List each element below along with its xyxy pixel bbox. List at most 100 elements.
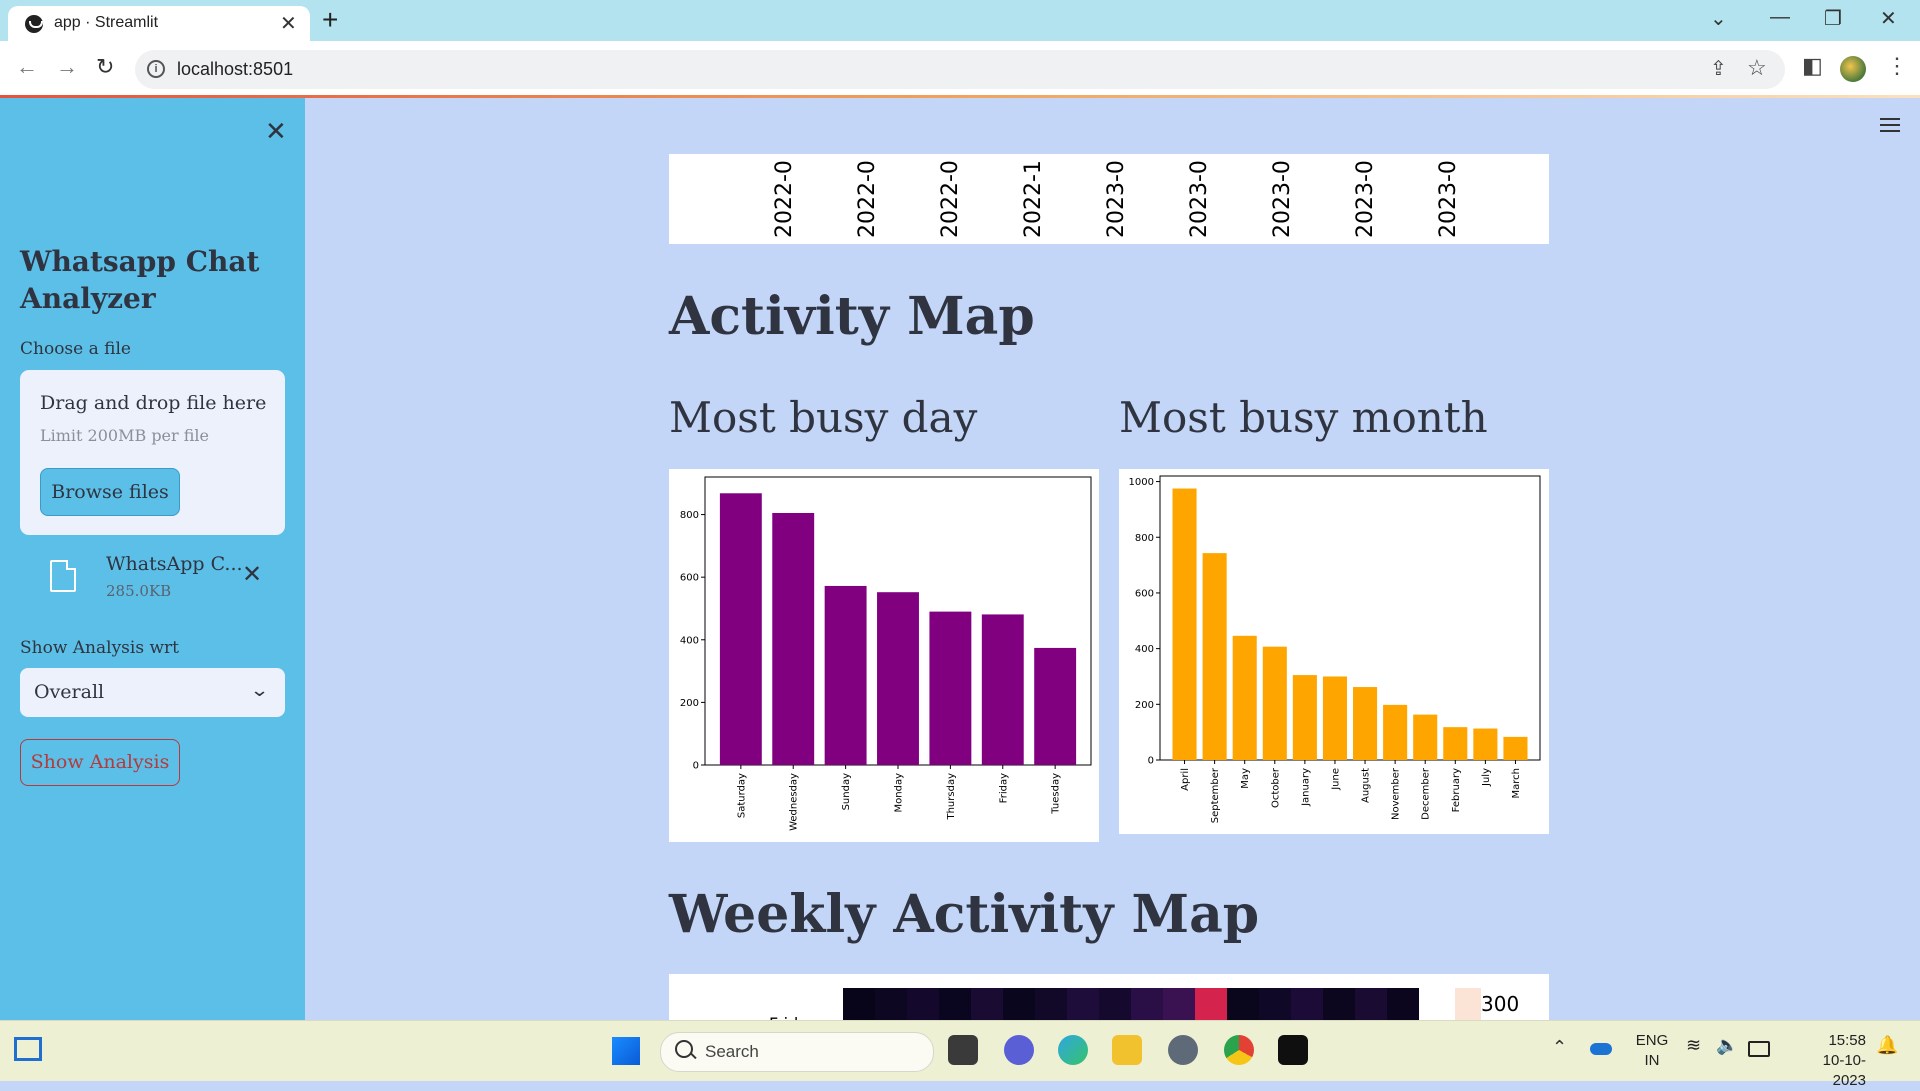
- browser-menu-icon[interactable]: ⋮: [1886, 53, 1908, 79]
- heatmap-cell: [939, 988, 971, 1024]
- timeline-tick-label: 2023-0: [1353, 160, 1378, 238]
- x-tick-label: November: [1391, 767, 1402, 820]
- x-tick-label: December: [1421, 767, 1432, 820]
- browser-tab-bar: app · Streamlit ✕ + ⌄ — ❐ ✕: [0, 0, 1920, 41]
- heatmap-cell: [1195, 988, 1227, 1024]
- show-analysis-button[interactable]: Show Analysis: [20, 739, 180, 786]
- heatmap-grid: [843, 988, 1419, 1024]
- sidebar-close-icon[interactable]: ✕: [265, 116, 287, 147]
- pycharm-icon[interactable]: [1278, 1035, 1308, 1065]
- file-dropzone[interactable]: Drag and drop file here Limit 200MB per …: [20, 370, 285, 535]
- timeline-tick-label: 2022-0: [772, 160, 797, 238]
- streamlit-favicon-icon: [25, 15, 43, 33]
- y-tick-label: 0: [693, 761, 699, 772]
- sidebar: ✕ Whatsapp Chat Analyzer Choose a file D…: [0, 98, 305, 1020]
- y-tick-label: 1000: [1129, 477, 1154, 488]
- x-tick-label: Thursday: [946, 773, 957, 821]
- site-info-icon[interactable]: i: [147, 60, 165, 78]
- tab-close-icon[interactable]: ✕: [280, 11, 297, 36]
- uploaded-file-name: WhatsApp C...: [106, 553, 243, 575]
- region-code: IN: [1644, 1052, 1660, 1069]
- forward-icon[interactable]: →: [56, 54, 78, 80]
- bar: [824, 585, 867, 765]
- chrome-icon[interactable]: [1224, 1035, 1254, 1065]
- profile-avatar[interactable]: [1840, 56, 1866, 82]
- reload-icon[interactable]: ↻: [96, 54, 114, 80]
- new-tab-icon[interactable]: +: [322, 4, 338, 36]
- sidebar-title: Whatsapp Chat Analyzer: [20, 245, 260, 315]
- notification-bell-icon[interactable]: 🔔: [1876, 1035, 1898, 1056]
- remove-file-icon[interactable]: ✕: [242, 560, 262, 589]
- dropzone-limit: Limit 200MB per file: [40, 426, 210, 445]
- search-icon: [675, 1040, 693, 1058]
- y-tick-label: 600: [680, 573, 699, 584]
- tab-search-chevron-icon[interactable]: ⌄: [1710, 6, 1727, 31]
- teams-chat-icon[interactable]: [1004, 1035, 1034, 1065]
- restore-icon[interactable]: ❐: [1824, 6, 1842, 31]
- x-tick-label: October: [1270, 767, 1281, 808]
- clock[interactable]: 15:58 10-10-2023: [1790, 1031, 1866, 1091]
- bar: [981, 614, 1024, 765]
- heatmap-cell: [843, 988, 875, 1024]
- timeline-tick-label: 2022-1: [1021, 160, 1046, 238]
- wifi-icon[interactable]: ≋: [1686, 1035, 1701, 1056]
- taskbar-search[interactable]: Search: [660, 1032, 934, 1072]
- heatmap-cell: [1323, 988, 1355, 1024]
- volume-icon[interactable]: 🔈: [1716, 1035, 1738, 1056]
- timeline-tick-label: 2023-0: [1270, 160, 1295, 238]
- app-menu-icon[interactable]: [1880, 118, 1900, 136]
- busy-day-heading: Most busy day: [669, 393, 978, 442]
- y-tick-label: 800: [1135, 533, 1154, 544]
- edge-icon[interactable]: [1058, 1035, 1088, 1065]
- y-tick-label: 200: [680, 698, 699, 709]
- bookmark-star-icon[interactable]: ☆: [1747, 55, 1767, 81]
- weekly-heatmap: Friday 300: [669, 974, 1549, 1024]
- bar: [1034, 647, 1077, 765]
- heatmap-cell: [1355, 988, 1387, 1024]
- busy-month-chart: 0 200 400 600 800 1000 April September May Octobe…: [1119, 469, 1549, 834]
- bar: [1443, 727, 1468, 760]
- clock-time: 15:58: [1828, 1032, 1866, 1049]
- language-indicator[interactable]: ENG IN: [1634, 1031, 1670, 1071]
- back-icon[interactable]: ←: [16, 54, 38, 80]
- x-tick-label: May: [1240, 768, 1251, 789]
- x-tick-label: March: [1511, 768, 1522, 798]
- timeline-tick-label: 2023-0: [1104, 160, 1129, 238]
- side-panel-icon[interactable]: ◧: [1802, 53, 1823, 79]
- settings-gear-icon[interactable]: [1168, 1035, 1198, 1065]
- file-explorer-icon[interactable]: [1112, 1035, 1142, 1065]
- heatmap-cell: [1035, 988, 1067, 1024]
- analysis-select[interactable]: Overall ⌄: [20, 668, 285, 717]
- heatmap-cell: [1163, 988, 1195, 1024]
- windows-start-icon[interactable]: [612, 1037, 640, 1065]
- address-bar[interactable]: i localhost:8501 ⇪ ☆: [135, 50, 1785, 89]
- file-icon: [50, 560, 76, 592]
- x-tick-label: August: [1361, 768, 1372, 803]
- onedrive-cloud-icon[interactable]: [1590, 1043, 1612, 1055]
- dropzone-text: Drag and drop file here: [40, 392, 267, 414]
- browse-files-button[interactable]: Browse files: [40, 468, 180, 516]
- busy-month-heading: Most busy month: [1119, 393, 1488, 442]
- x-tick-label: September: [1210, 767, 1221, 823]
- url-text: localhost:8501: [177, 59, 294, 79]
- heatmap-cell: [971, 988, 1003, 1024]
- battery-icon[interactable]: [1748, 1041, 1770, 1057]
- browser-tab[interactable]: app · Streamlit ✕: [8, 6, 310, 41]
- bar: [1473, 728, 1498, 760]
- x-tick-label: June: [1330, 768, 1341, 791]
- analysis-select-value: Overall: [34, 681, 105, 703]
- heatmap-cell: [1003, 988, 1035, 1024]
- widgets-icon[interactable]: [14, 1037, 42, 1061]
- activity-map-heading: Activity Map: [669, 286, 1035, 347]
- window-close-icon[interactable]: ✕: [1880, 6, 1897, 31]
- timeline-chart-fragment: 2022-0 2022-0 2022-0 2022-1 2023-0 2023-…: [669, 154, 1549, 244]
- taskbar-search-placeholder: Search: [705, 1042, 759, 1061]
- x-tick-label: Wednesday: [789, 773, 800, 831]
- tray-chevron-up-icon[interactable]: ⌃: [1552, 1037, 1567, 1058]
- heatmap-cell: [1227, 988, 1259, 1024]
- minimize-icon[interactable]: —: [1770, 6, 1790, 29]
- bar: [929, 611, 972, 765]
- x-tick-label: Friday: [998, 773, 1009, 803]
- task-view-icon[interactable]: [948, 1035, 978, 1065]
- share-icon[interactable]: ⇪: [1710, 56, 1727, 81]
